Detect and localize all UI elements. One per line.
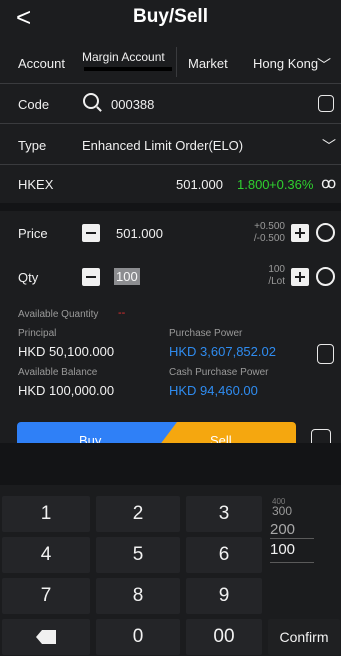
qty-input[interactable]: 100 bbox=[114, 268, 140, 285]
cash-purchase-power-value: HKD 94,460.00 bbox=[169, 383, 258, 398]
backspace-icon bbox=[36, 630, 56, 644]
type-row: Type Enhanced Limit Order(ELO) ﹀ bbox=[0, 124, 341, 165]
key-6[interactable]: 6 bbox=[186, 537, 262, 573]
section-divider bbox=[0, 203, 341, 211]
code-input[interactable]: 000388 bbox=[111, 97, 154, 112]
key-3[interactable]: 3 bbox=[186, 496, 262, 532]
qty-decrease-button[interactable] bbox=[82, 268, 100, 286]
market-label: Market bbox=[188, 56, 228, 71]
order-type-select[interactable]: Enhanced Limit Order(ELO) bbox=[82, 138, 243, 153]
key-9[interactable]: 9 bbox=[186, 578, 262, 614]
account-value[interactable]: Margin Account bbox=[82, 50, 165, 64]
account-redaction bbox=[84, 67, 172, 71]
last-price: 501.000 bbox=[176, 177, 223, 192]
key-00[interactable]: 00 bbox=[186, 619, 262, 655]
section-divider bbox=[0, 443, 341, 485]
available-balance-label: Available Balance bbox=[18, 367, 98, 378]
price-row: Price 501.000 +0.500 /-0.500 bbox=[0, 211, 341, 255]
confirm-button[interactable]: Confirm bbox=[268, 619, 340, 655]
type-label: Type bbox=[18, 138, 47, 153]
price-input[interactable]: 501.000 bbox=[116, 226, 163, 241]
page-title: Buy/Sell bbox=[133, 6, 208, 27]
key-4[interactable]: 4 bbox=[2, 537, 90, 573]
key-2[interactable]: 2 bbox=[96, 496, 180, 532]
signal-icon[interactable]: ꝏ bbox=[321, 174, 336, 192]
lot-size: 100 bbox=[268, 264, 285, 275]
qty-suggestion-selected[interactable]: 100 bbox=[270, 541, 295, 558]
available-quantity-label: Available Quantity bbox=[18, 309, 99, 320]
key-0[interactable]: 0 bbox=[96, 619, 180, 655]
price-step-down: /-0.500 bbox=[253, 233, 285, 244]
qty-suggestion[interactable]: 200 bbox=[270, 521, 295, 538]
available-quantity-value: -- bbox=[118, 307, 126, 319]
calculator-dial-icon[interactable] bbox=[316, 267, 335, 286]
order-form: < Buy/Sell Account Margin Account Market… bbox=[0, 0, 341, 458]
cash-purchase-power-label: Cash Purchase Power bbox=[169, 367, 269, 378]
chevron-down-icon[interactable]: ﹀ bbox=[322, 136, 336, 156]
qty-increase-button[interactable] bbox=[291, 268, 309, 286]
market-value[interactable]: Hong Kong bbox=[253, 56, 318, 71]
account-label: Account bbox=[18, 56, 65, 71]
search-icon-handle bbox=[96, 106, 102, 112]
divider bbox=[176, 47, 177, 77]
purchase-power-label: Purchase Power bbox=[169, 328, 243, 339]
divider bbox=[270, 562, 314, 563]
price-change: 1.800 bbox=[237, 177, 270, 192]
code-row: Code 000388 bbox=[0, 84, 341, 124]
code-label: Code bbox=[18, 97, 50, 112]
principal-label: Principal bbox=[18, 328, 57, 339]
qty-label: Qty bbox=[18, 270, 39, 285]
key-8[interactable]: 8 bbox=[96, 578, 180, 614]
calculator-icon[interactable] bbox=[317, 344, 334, 364]
price-decrease-button[interactable] bbox=[82, 224, 100, 242]
divider bbox=[270, 538, 314, 539]
numeric-keypad: 1 2 3 4 5 6 7 8 9 0 00 Confirm 400 300 2… bbox=[0, 485, 341, 656]
purchase-power-value: HKD 3,607,852.02 bbox=[169, 344, 276, 359]
quote-card-icon[interactable] bbox=[318, 95, 334, 112]
qty-row: Qty 100 100 /Lot bbox=[0, 255, 341, 297]
exchange-label: HKEX bbox=[18, 177, 54, 192]
principal-value: HKD 50,100.000 bbox=[18, 344, 115, 359]
target-icon[interactable] bbox=[316, 223, 335, 242]
chevron-down-icon[interactable]: ﹀ bbox=[317, 55, 331, 75]
lot-unit: /Lot bbox=[268, 276, 285, 287]
available-balance-value: HKD 100,000.00 bbox=[18, 383, 115, 398]
quote-row: HKEX 501.000 1.800 +0.36% ꝏ bbox=[0, 165, 341, 203]
price-label: Price bbox=[18, 226, 48, 241]
price-increase-button[interactable] bbox=[291, 224, 309, 242]
key-1[interactable]: 1 bbox=[2, 496, 90, 532]
price-change-percent: +0.36% bbox=[269, 177, 314, 192]
price-step-up: +0.500 bbox=[254, 221, 285, 232]
account-row: Account Margin Account Market Hong Kong … bbox=[0, 42, 341, 84]
backspace-key[interactable] bbox=[2, 619, 90, 655]
header: < Buy/Sell bbox=[0, 0, 341, 40]
key-5[interactable]: 5 bbox=[96, 537, 180, 573]
key-7[interactable]: 7 bbox=[2, 578, 90, 614]
qty-suggestion[interactable]: 300 bbox=[272, 504, 292, 518]
